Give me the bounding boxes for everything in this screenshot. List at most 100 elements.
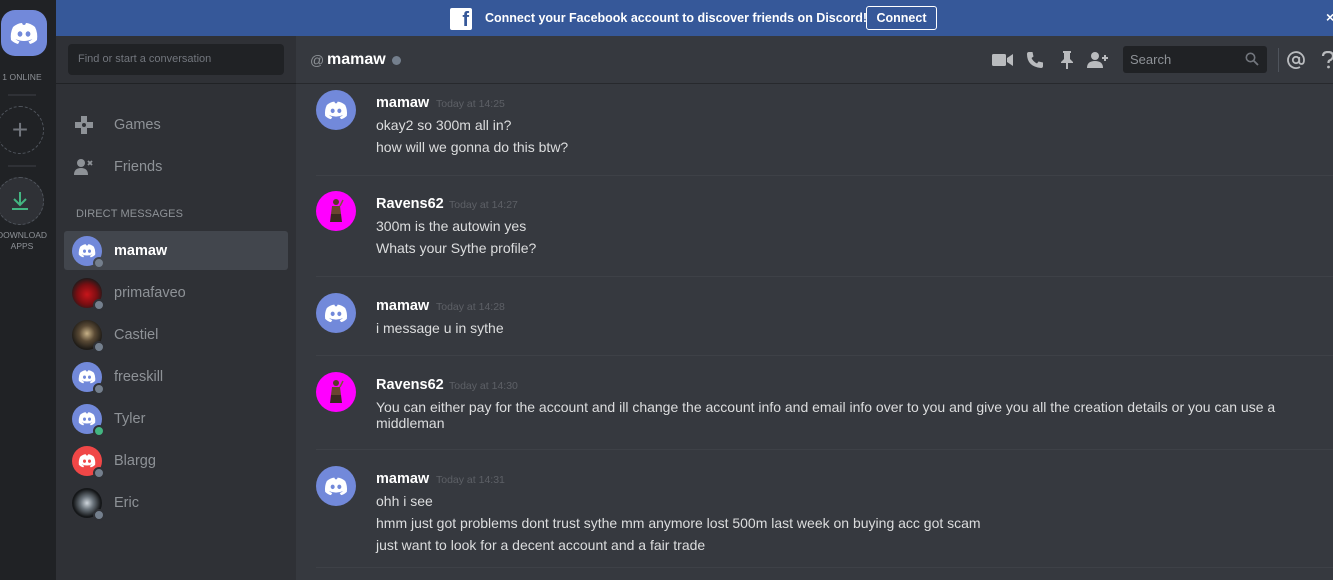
- message-author[interactable]: mamaw: [376, 471, 429, 487]
- message-group: mamaw Today at 14:31 ohh i see hmm just …: [316, 460, 1333, 570]
- message-text: Whats your Sythe profile?: [376, 240, 537, 256]
- message-text: just want to look for a decent account a…: [376, 537, 706, 553]
- message-group: Ravens62 Today at 14:27 300m is the auto…: [316, 185, 1333, 265]
- avatar: [72, 319, 105, 353]
- close-icon[interactable]: ×: [1326, 9, 1333, 25]
- dm-item-freeskill[interactable]: freeskill: [64, 357, 288, 396]
- status-offline-indicator: [93, 298, 105, 311]
- discord-window: 1 ONLINE + DOWNLOAD APPS f Connect your …: [0, 0, 1333, 580]
- voice-call-icon[interactable]: [1024, 50, 1046, 70]
- figure-avatar-icon: [330, 380, 344, 403]
- dm-item-castiel[interactable]: Castiel: [64, 315, 288, 354]
- add-friend-icon[interactable]: [1087, 50, 1109, 70]
- discord-default-avatar-icon: [78, 244, 96, 258]
- message-timestamp: Today at 14:30: [449, 380, 518, 392]
- discord-default-avatar-icon: [78, 454, 96, 468]
- gamepad-icon: [72, 113, 96, 137]
- nav-item-friends[interactable]: Friends: [56, 147, 296, 187]
- avatar[interactable]: [316, 90, 356, 130]
- message-author[interactable]: Ravens62: [376, 196, 444, 212]
- avatar: [72, 445, 105, 479]
- help-icon[interactable]: [1317, 50, 1333, 70]
- dm-name: Blargg: [114, 452, 156, 469]
- discord-default-avatar-icon: [324, 477, 348, 496]
- search-input[interactable]: Search: [1123, 46, 1267, 73]
- dm-item-eric[interactable]: Eric: [64, 483, 288, 522]
- status-offline-indicator: [93, 382, 105, 395]
- figure-avatar-icon: [330, 199, 344, 222]
- avatar: [72, 235, 105, 269]
- status-offline-indicator: [392, 56, 401, 65]
- facebook-icon: f: [450, 8, 472, 30]
- dm-item-primafaveo[interactable]: primafaveo: [64, 273, 288, 312]
- discord-default-avatar-icon: [78, 412, 96, 426]
- sidebar-divider: [56, 83, 296, 84]
- find-conversation-input[interactable]: Find or start a conversation: [68, 44, 284, 75]
- discord-default-avatar-icon: [324, 304, 348, 323]
- dm-name: Tyler: [114, 410, 146, 427]
- message-author[interactable]: mamaw: [376, 95, 429, 111]
- message-timestamp: Today at 14:28: [436, 301, 505, 313]
- nav-item-games[interactable]: Games: [56, 105, 296, 145]
- avatar[interactable]: [316, 466, 356, 506]
- dm-item-blargg[interactable]: Blargg: [64, 441, 288, 480]
- download-icon: [12, 192, 28, 210]
- rail-divider: [8, 94, 36, 96]
- message-text: ohh i see: [376, 493, 433, 509]
- message-author[interactable]: Ravens62: [376, 377, 444, 393]
- connect-button[interactable]: Connect: [866, 6, 937, 30]
- status-online-indicator: [93, 424, 105, 437]
- message-divider: [316, 567, 1333, 568]
- avatar[interactable]: [316, 372, 356, 412]
- message-text: how will we gonna do this btw?: [376, 139, 569, 155]
- guild-rail: 1 ONLINE + DOWNLOAD APPS: [0, 0, 56, 580]
- message-text: i message u in sythe: [376, 320, 504, 336]
- message-divider: [316, 276, 1333, 277]
- dm-item-tyler[interactable]: Tyler: [64, 399, 288, 438]
- avatar: [72, 277, 105, 311]
- message-group: Ravens62 Today at 14:30 You can either p…: [316, 366, 1333, 436]
- banner-text: Connect your Facebook account to discove…: [485, 11, 868, 25]
- message-author[interactable]: mamaw: [376, 298, 429, 314]
- download-apps-button[interactable]: [0, 177, 44, 225]
- friends-icon: [72, 155, 96, 179]
- message-timestamp: Today at 14:25: [436, 98, 505, 110]
- header-divider: [1278, 48, 1279, 72]
- dm-sidebar: Find or start a conversation Games Frien…: [56, 36, 296, 580]
- status-offline-indicator: [93, 466, 105, 479]
- avatar: [72, 361, 105, 395]
- message-list: mamaw Today at 14:25 okay2 so 300m all i…: [296, 84, 1333, 580]
- nav-label: Friends: [114, 159, 163, 175]
- avatar: [72, 403, 105, 437]
- message-group: mamaw Today at 14:28 i message u in syth…: [316, 287, 1333, 347]
- message-divider: [316, 449, 1333, 450]
- download-apps-label: DOWNLOAD APPS: [0, 230, 48, 251]
- dm-name: freeskill: [114, 368, 164, 385]
- nav-label: Games: [114, 117, 161, 133]
- dm-item-mamaw[interactable]: mamaw: [64, 231, 288, 270]
- avatar: [72, 487, 105, 521]
- mention-icon[interactable]: [1285, 50, 1307, 70]
- chat-title: mamaw: [327, 51, 386, 68]
- plus-icon: +: [11, 114, 29, 145]
- pin-icon[interactable]: [1056, 50, 1078, 70]
- rail-divider: [8, 165, 36, 167]
- discord-logo-icon: [10, 23, 38, 44]
- message-text: hmm just got problems dont trust sythe m…: [376, 515, 981, 531]
- avatar[interactable]: [316, 191, 356, 231]
- status-offline-indicator: [93, 340, 105, 353]
- message-divider: [316, 355, 1333, 356]
- dm-name: Eric: [114, 494, 139, 511]
- message-text: okay2 so 300m all in?: [376, 117, 512, 133]
- home-button[interactable]: [1, 10, 47, 56]
- discord-default-avatar-icon: [78, 370, 96, 384]
- status-offline-indicator: [93, 256, 105, 269]
- video-call-icon[interactable]: [992, 50, 1014, 70]
- status-offline-indicator: [93, 508, 105, 521]
- avatar[interactable]: [316, 293, 356, 333]
- search-icon: [1245, 52, 1259, 69]
- message-timestamp: Today at 14:31: [436, 474, 505, 486]
- message-text: 300m is the autowin yes: [376, 218, 527, 234]
- facebook-connect-banner: f Connect your Facebook account to disco…: [56, 0, 1333, 36]
- add-server-button[interactable]: +: [0, 106, 44, 154]
